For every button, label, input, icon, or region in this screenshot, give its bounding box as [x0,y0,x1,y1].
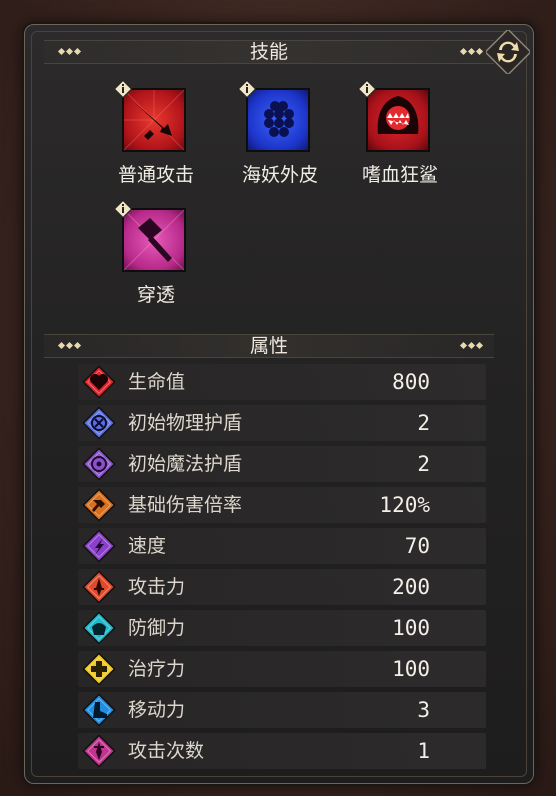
heal-icon [82,652,116,686]
attribute-value: 1 [417,739,430,763]
skill-name: 普通攻击 [117,164,194,186]
skill-siren-skin[interactable]: 海妖外皮 [230,80,330,190]
attribute-row[interactable]: 生命值 800 [78,364,486,400]
attribute-row[interactable]: 速度 70 [78,528,486,564]
skills-title: 技能 [249,41,288,63]
attribute-row[interactable]: 防御力 100 [78,610,486,646]
attribute-label: 治疗力 [128,658,186,680]
attributes-header: 属性 [44,334,494,358]
swap-button[interactable] [484,28,532,76]
skill-bloodthirsty-shark[interactable]: 嗜血狂鲨 [350,80,450,190]
attribute-row[interactable]: 基础伤害倍率 120% [78,487,486,523]
attribute-value: 800 [392,370,430,394]
attribute-value: 100 [392,616,430,640]
header-ornament-right [459,341,484,350]
attribute-label: 初始物理护盾 [128,412,243,434]
attribute-label: 基础伤害倍率 [128,494,243,516]
heart-icon [82,365,116,399]
defense-icon [82,611,116,645]
info-icon[interactable] [114,200,132,218]
attribute-value: 120% [379,493,430,517]
attribute-row[interactable]: 攻击次数 1 [78,733,486,769]
attribute-label: 初始魔法护盾 [128,453,243,475]
attribute-label: 防御力 [128,617,186,639]
attribute-label: 移动力 [128,699,186,721]
info-icon[interactable] [358,80,376,98]
attribute-row[interactable]: 初始魔法护盾 2 [78,446,486,482]
attribute-value: 70 [404,534,430,558]
attributes-title: 属性 [249,335,288,357]
info-icon[interactable] [114,80,132,98]
damage-multiplier-icon [82,488,116,522]
swap-arrows-icon [484,28,532,76]
magic-shield-icon [82,447,116,481]
physical-shield-icon [82,406,116,440]
skill-name: 穿透 [136,284,175,306]
header-ornament-right [459,47,484,56]
attribute-value: 200 [392,575,430,599]
attribute-label: 生命值 [128,371,186,393]
boot-icon [82,693,116,727]
speed-icon [82,529,116,563]
attribute-label: 攻击力 [128,576,186,598]
attribute-value: 100 [392,657,430,681]
skill-name: 嗜血狂鲨 [361,164,438,186]
skills-header: 技能 [44,40,494,64]
attack-icon [82,570,116,604]
skill-pierce[interactable]: 穿透 [106,200,206,310]
attribute-label: 攻击次数 [128,740,205,762]
attribute-row[interactable]: 攻击力 200 [78,569,486,605]
skill-normal-attack[interactable]: 普通攻击 [106,80,206,190]
attribute-row[interactable]: 初始物理护盾 2 [78,405,486,441]
attribute-value: 2 [417,452,430,476]
attribute-value: 3 [417,698,430,722]
attribute-value: 2 [417,411,430,435]
info-icon[interactable] [238,80,256,98]
attack-count-icon [82,734,116,768]
attribute-label: 速度 [128,535,167,557]
skill-name: 海妖外皮 [241,164,318,186]
attribute-row[interactable]: 治疗力 100 [78,651,486,687]
attribute-row[interactable]: 移动力 3 [78,692,486,728]
